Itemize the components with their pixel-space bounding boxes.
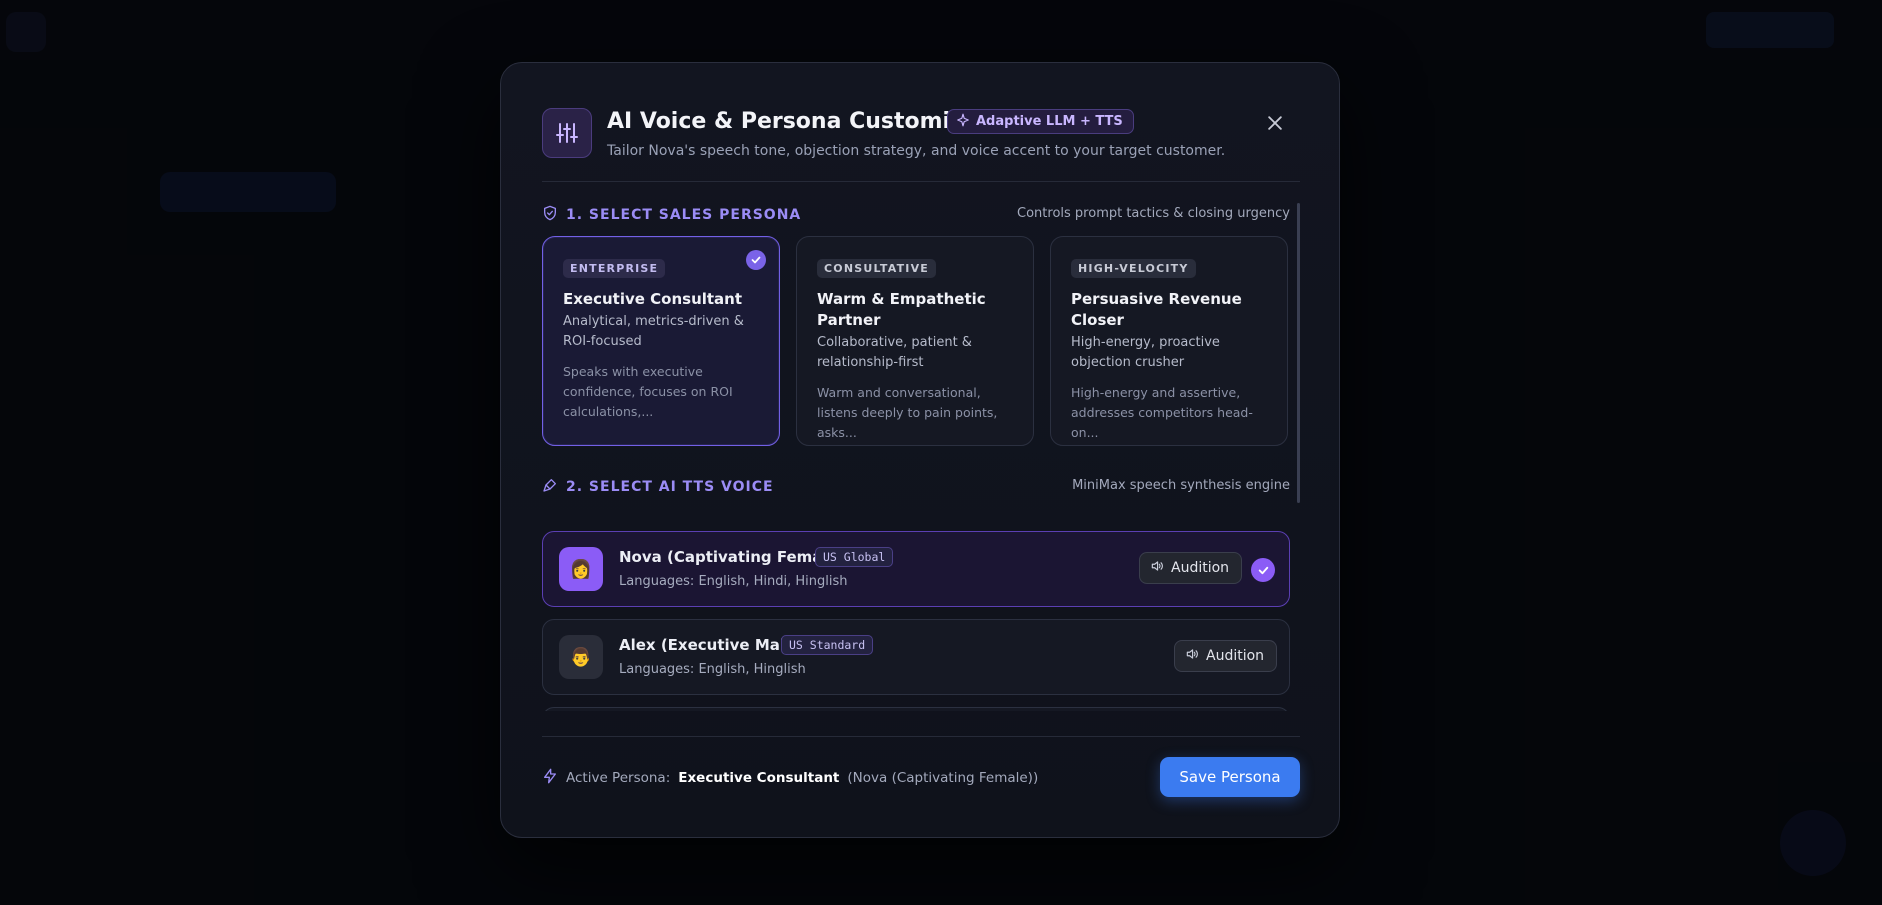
microphone-icon — [542, 477, 558, 497]
persona-customizer-modal: AI Voice & Persona Customizer Adaptive L… — [500, 62, 1340, 838]
header-divider — [542, 181, 1300, 182]
status-prefix: Active Persona: — [566, 770, 671, 786]
persona-description: Warm and conversational, listens deeply … — [817, 385, 998, 440]
modal-title: AI Voice & Persona Customizer — [607, 109, 989, 134]
persona-title: Executive Consultant — [563, 290, 743, 308]
persona-subtitle: Collaborative, patient & relationship-fi… — [817, 335, 972, 370]
persona-card-consultative[interactable]: CONSULTATIVE Warm & Empathetic Partner C… — [796, 236, 1034, 446]
persona-card-high-velocity[interactable]: HIGH-VELOCITY Persuasive Revenue Closer … — [1050, 236, 1288, 446]
voice-section-header: 2. Select AI TTS Voice — [542, 477, 774, 497]
close-icon — [1265, 113, 1285, 137]
persona-subtitle: High-energy, proactive objection crusher — [1071, 335, 1220, 370]
voice-name: Nova (Captivating Female) — [619, 548, 845, 566]
persona-subtitle: Analytical, metrics-driven & ROI-focused — [563, 314, 744, 349]
sliders-icon — [542, 108, 592, 158]
persona-title: Warm & Empathetic Partner — [817, 290, 986, 329]
persona-card-enterprise[interactable]: ENTERPRISE Executive Consultant Analytic… — [542, 236, 780, 446]
voice-option-priya[interactable]: 👩Priya (Articulate Female)Indian / Globa… — [542, 707, 1290, 711]
audition-button[interactable]: Audition — [1139, 552, 1243, 584]
persona-description: Speaks with executive confidence, focuse… — [563, 364, 733, 419]
audition-button[interactable]: Audition — [1174, 640, 1278, 672]
persona-description: High-energy and assertive, addresses com… — [1071, 385, 1253, 440]
modal-subtitle: Tailor Nova's speech tone, objection str… — [607, 143, 1226, 159]
persona-title: Persuasive Revenue Closer — [1071, 290, 1242, 329]
audition-label: Audition — [1206, 648, 1265, 664]
audition-label: Audition — [1171, 560, 1230, 576]
accent-badge: US Standard — [781, 635, 874, 655]
voice-languages: Languages: English, Hinglish — [619, 662, 806, 677]
active-voice-name: (Nova (Captivating Female)) — [847, 770, 1039, 786]
voice-languages: Languages: English, Hindi, Hinglish — [619, 574, 848, 589]
voice-option-nova[interactable]: 👩 Nova (Captivating Female) US Global Langu… — [542, 531, 1290, 607]
active-persona-name: Executive Consultant — [678, 770, 840, 786]
footer-divider — [542, 736, 1300, 737]
voice-name: Alex (Executive Male) — [619, 636, 803, 654]
lightning-icon — [542, 768, 558, 788]
voice-section-label: 2. Select AI TTS Voice — [566, 479, 774, 495]
persona-section-label: 1. Select Sales Persona — [566, 207, 802, 223]
adaptive-badge-label: Adaptive LLM + TTS — [976, 114, 1123, 129]
active-persona-status: Active Persona: Executive Consultant (No… — [542, 768, 1038, 788]
voice-avatar-icon: 👨 — [559, 635, 603, 679]
scrollbar[interactable] — [1297, 203, 1300, 503]
selected-check-icon — [1251, 558, 1275, 582]
adaptive-badge: Adaptive LLM + TTS — [947, 109, 1134, 134]
close-button[interactable] — [1261, 111, 1289, 139]
voice-section-note: MiniMax speech synthesis engine — [1072, 478, 1290, 493]
persona-tag: ENTERPRISE — [563, 259, 666, 278]
voice-avatar-icon: 👩 — [559, 547, 603, 591]
modal-scroll-area[interactable]: 1. Select Sales Persona Controls prompt … — [542, 201, 1300, 711]
persona-section-header: 1. Select Sales Persona — [542, 205, 801, 225]
speaker-icon — [1185, 647, 1199, 665]
persona-tag: HIGH-VELOCITY — [1071, 259, 1196, 278]
selected-check-icon — [746, 250, 766, 270]
speaker-icon — [1150, 559, 1164, 577]
sparkle-icon — [956, 113, 970, 131]
accent-badge: US Global — [815, 547, 894, 567]
save-persona-button[interactable]: Save Persona — [1160, 757, 1300, 797]
voice-option-alex[interactable]: 👨 Alex (Executive Male) US Standard Languag… — [542, 619, 1290, 695]
shield-icon — [542, 205, 558, 225]
persona-tag: CONSULTATIVE — [817, 259, 937, 278]
persona-section-note: Controls prompt tactics & closing urgenc… — [1017, 206, 1290, 221]
